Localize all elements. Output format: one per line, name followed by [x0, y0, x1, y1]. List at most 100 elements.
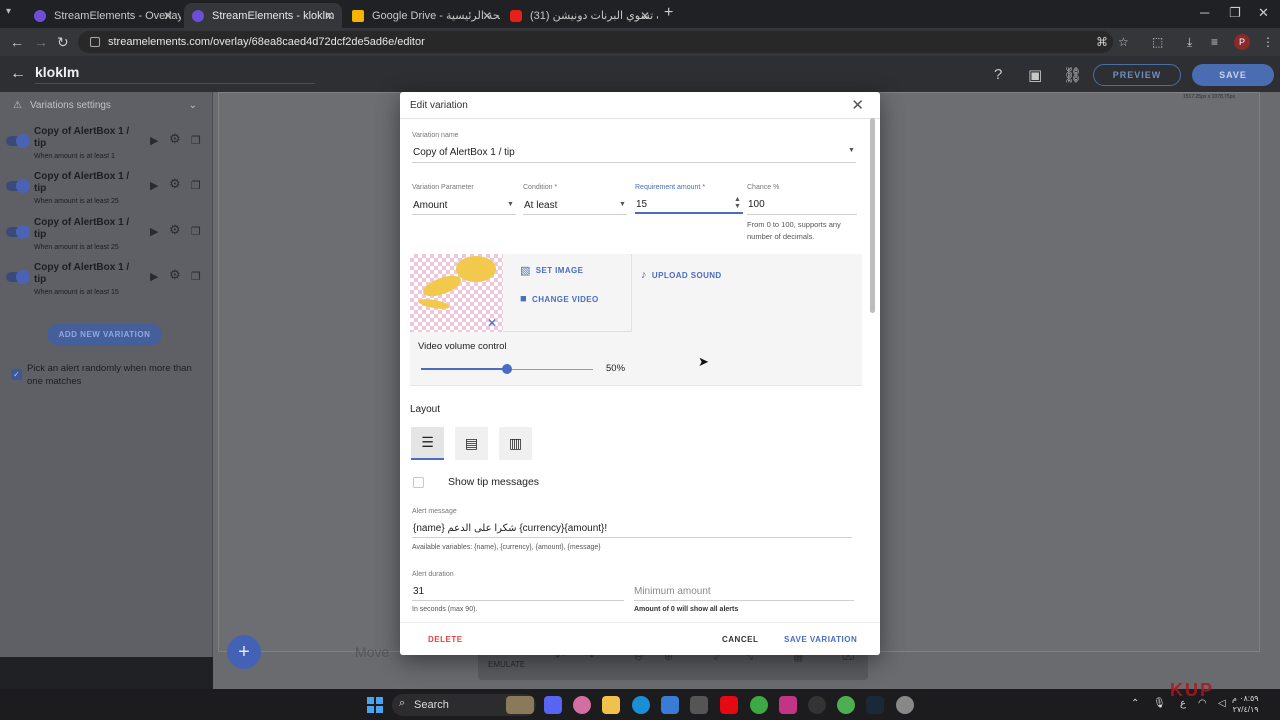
- obs-icon[interactable]: [808, 696, 826, 714]
- copilot-icon[interactable]: [573, 696, 591, 714]
- gear-icon[interactable]: ⚙: [169, 176, 181, 192]
- netflix-icon[interactable]: [720, 696, 738, 714]
- alert-duration-input[interactable]: 31: [413, 586, 424, 597]
- play-icon[interactable]: ▶: [150, 179, 158, 192]
- variation-toggle[interactable]: [6, 225, 30, 239]
- site-info-icon[interactable]: [90, 37, 100, 47]
- translate-icon[interactable]: ⌘: [1096, 35, 1108, 49]
- copy-icon[interactable]: ❐: [191, 134, 201, 147]
- tab-editor[interactable]: StreamElements - kloklm ✕: [184, 3, 342, 28]
- extensions-icon[interactable]: ⬚: [1152, 35, 1163, 49]
- maximize-icon[interactable]: ❐: [1229, 5, 1241, 21]
- show-tip-checkbox[interactable]: [413, 477, 424, 488]
- layout-image-left-option[interactable]: ▤: [455, 427, 488, 460]
- reload-icon[interactable]: ↻: [57, 34, 69, 51]
- chevron-down-icon[interactable]: ⌄: [189, 100, 197, 111]
- variation-toggle[interactable]: [6, 134, 30, 148]
- app-icon[interactable]: [690, 696, 708, 714]
- windows-start-icon[interactable]: [367, 697, 383, 713]
- variation-item[interactable]: Copy of AlertBox 1 / tip When amount is …: [0, 217, 213, 261]
- browser-menu-icon[interactable]: ⋮: [1262, 35, 1274, 49]
- new-tab-icon[interactable]: +: [664, 4, 673, 22]
- tab-youtube[interactable]: (31) كيف تسوي البرنات دونيشن - ✕: [502, 3, 658, 28]
- play-icon[interactable]: ▶: [150, 134, 158, 147]
- variations-settings-header[interactable]: ⚠ Variations settings ⌄: [0, 92, 213, 118]
- minimum-amount-input[interactable]: Minimum amount: [634, 586, 711, 597]
- steam-icon[interactable]: [866, 696, 884, 714]
- file-explorer-icon[interactable]: [602, 696, 620, 714]
- tray-chevron-up-icon[interactable]: ⌃: [1131, 698, 1139, 709]
- chrome-icon[interactable]: [837, 696, 855, 714]
- change-video-button[interactable]: ■ CHANGE VIDEO: [520, 293, 599, 305]
- variation-item[interactable]: Copy of AlertBox 1 / tip When amount is …: [0, 126, 213, 170]
- play-icon[interactable]: ▶: [150, 225, 158, 238]
- save-button[interactable]: SAVE: [1192, 64, 1274, 86]
- gear-icon[interactable]: ⚙: [169, 131, 181, 147]
- close-tab-icon[interactable]: ✕: [163, 9, 173, 23]
- window-close-icon[interactable]: ✕: [1258, 5, 1269, 21]
- tab-overlays[interactable]: StreamElements - Overlays ✕: [26, 3, 181, 28]
- dropdown-arrow-icon[interactable]: ▼: [619, 201, 626, 208]
- copy-icon[interactable]: ❐: [191, 225, 201, 238]
- monitor-icon[interactable]: ▣: [1028, 66, 1042, 84]
- preview-button[interactable]: PREVIEW: [1093, 64, 1181, 86]
- parameter-select[interactable]: Amount: [413, 200, 447, 211]
- cancel-button[interactable]: CANCEL: [722, 635, 758, 644]
- copy-icon[interactable]: ❐: [191, 270, 201, 283]
- minimize-icon[interactable]: ─: [1200, 5, 1209, 20]
- gear-icon[interactable]: ⚙: [169, 267, 181, 283]
- download-icon[interactable]: ⤓: [1187, 35, 1192, 50]
- add-widget-button[interactable]: +: [227, 635, 261, 669]
- gear-icon[interactable]: ⚙: [169, 222, 181, 238]
- help-icon[interactable]: ?: [994, 66, 1002, 83]
- dropdown-arrow-icon[interactable]: ▼: [507, 201, 514, 208]
- back-icon[interactable]: ←: [10, 34, 24, 50]
- instagram-icon[interactable]: [779, 696, 797, 714]
- tab-search-icon[interactable]: ▾: [6, 6, 11, 17]
- chance-input[interactable]: 100: [748, 199, 765, 210]
- tab-google-drive[interactable]: Google Drive - الصفحة الرئيسية ✕: [344, 3, 500, 28]
- remove-media-icon[interactable]: ✕: [487, 316, 497, 330]
- link-icon[interactable]: ⛓: [1063, 66, 1082, 84]
- requirement-input[interactable]: 15: [636, 199, 647, 210]
- variation-toggle[interactable]: [6, 270, 30, 284]
- back-arrow-icon[interactable]: ←: [10, 65, 26, 83]
- variation-toggle[interactable]: [6, 179, 30, 193]
- close-tab-icon[interactable]: ✕: [482, 9, 492, 23]
- bookmark-star-icon[interactable]: ☆: [1118, 35, 1129, 49]
- forward-icon[interactable]: →: [34, 34, 48, 50]
- set-image-button[interactable]: ▧ SET IMAGE: [520, 264, 583, 277]
- play-icon[interactable]: ▶: [150, 270, 158, 283]
- variation-item[interactable]: Copy of AlertBox 1 / tip When amount is …: [0, 262, 213, 306]
- layout-image-top-option[interactable]: ☰: [411, 427, 444, 460]
- close-tab-icon[interactable]: ✕: [324, 9, 334, 23]
- overlay-name[interactable]: kloklm: [35, 64, 79, 80]
- xbox-icon[interactable]: [750, 696, 768, 714]
- condition-select[interactable]: At least: [524, 200, 557, 211]
- copy-icon[interactable]: ❐: [191, 179, 201, 192]
- edge-icon[interactable]: [632, 696, 650, 714]
- discord-icon[interactable]: [544, 696, 562, 714]
- close-icon[interactable]: ✕: [851, 96, 864, 114]
- number-stepper-icon[interactable]: ▲ ▼: [734, 196, 741, 210]
- alert-message-input[interactable]: {name} شكرا على الدعم {currency}{amount}…: [413, 523, 607, 534]
- save-variation-button[interactable]: SAVE VARIATION: [784, 635, 857, 644]
- media-controls-icon[interactable]: ≡: [1211, 35, 1218, 49]
- layout-image-above-option[interactable]: ▥: [499, 427, 532, 460]
- close-tab-icon[interactable]: ✕: [640, 9, 650, 23]
- volume-icon[interactable]: ◁: [1218, 698, 1226, 709]
- variation-name-select[interactable]: Copy of AlertBox 1 / tip: [413, 147, 515, 158]
- volume-slider-thumb[interactable]: [502, 364, 512, 374]
- widget-icon[interactable]: [506, 696, 534, 714]
- store-icon[interactable]: [661, 696, 679, 714]
- upload-sound-button[interactable]: ♪ UPLOAD SOUND: [641, 269, 722, 281]
- profile-avatar[interactable]: P: [1234, 34, 1250, 50]
- variation-item[interactable]: Copy of AlertBox 1 / tip When amount is …: [0, 171, 213, 215]
- dialog-scrollbar[interactable]: [870, 118, 875, 313]
- random-alert-checkbox[interactable]: ✓: [11, 369, 22, 380]
- add-new-variation-button[interactable]: ADD NEW VARIATION: [47, 324, 162, 345]
- dropdown-arrow-icon[interactable]: ▼: [848, 147, 855, 154]
- microphone-icon[interactable]: 🎙: [1153, 698, 1166, 709]
- delete-button[interactable]: DELETE: [428, 635, 463, 644]
- emulate-button[interactable]: EMULATE: [488, 660, 525, 669]
